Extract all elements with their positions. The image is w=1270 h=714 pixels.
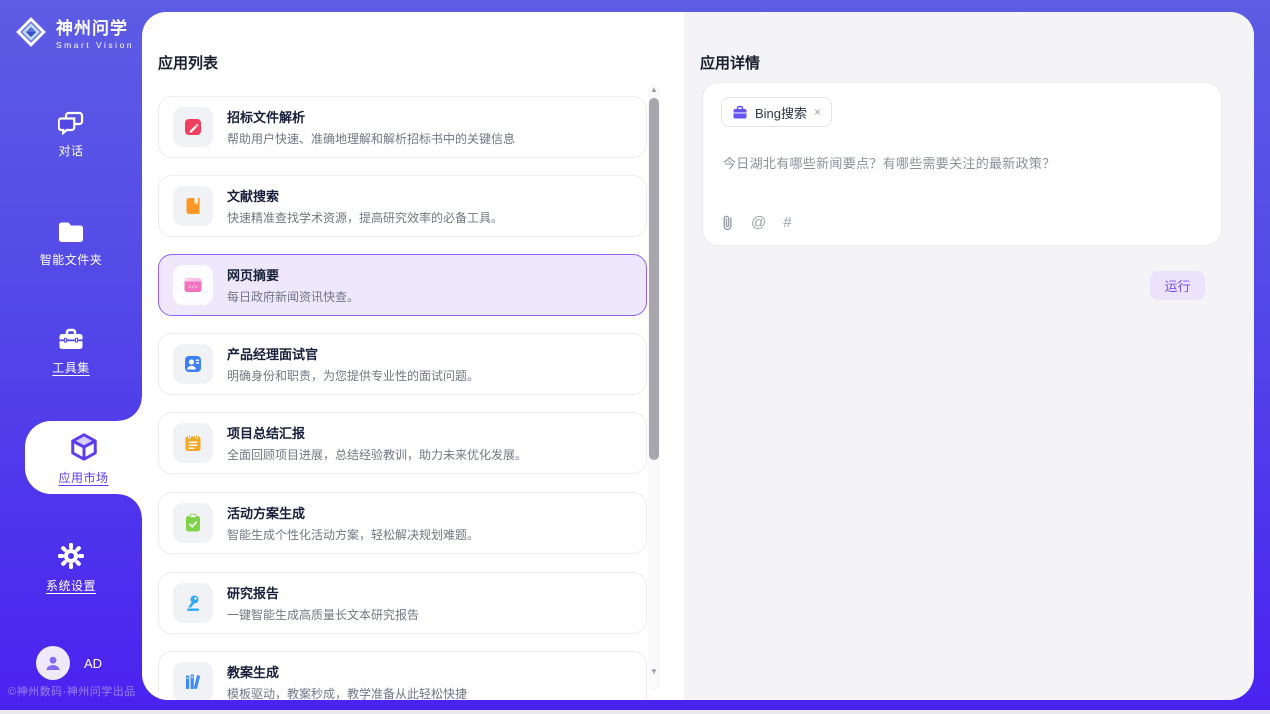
briefcase-icon	[57, 327, 85, 352]
app-card-desc: 帮助用户快速、准确地理解和解析招标书中的关键信息	[227, 130, 515, 147]
brand-name: 神州问学	[56, 14, 134, 39]
brand-logo-icon	[14, 15, 48, 49]
paperclip-icon[interactable]	[721, 214, 734, 231]
app-card-desc: 一键智能生成高质量长文本研究报告	[227, 606, 419, 623]
hashtag-icon[interactable]: #	[783, 214, 791, 231]
brand-text: 神州问学 Smart Vision	[56, 14, 134, 50]
app-card-tender-analysis[interactable]: 招标文件解析 帮助用户快速、准确地理解和解析招标书中的关键信息	[158, 96, 647, 158]
sidebar-item-label: 应用市场	[58, 469, 108, 486]
main-panel: 应用列表 招标文件解析 帮助用户快速、准确地理解和解析招标书中的关键信息	[142, 12, 1254, 700]
sidebar-item-app-market[interactable]: 应用市场	[25, 432, 142, 486]
user-account[interactable]: AD	[36, 646, 102, 680]
scroll-up-icon[interactable]: ▲	[648, 84, 660, 96]
app-card-desc: 每日政府新闻资讯快查。	[227, 288, 359, 305]
app-card-title: 研究报告	[227, 583, 419, 602]
sidebar-item-label: 系统设置	[46, 577, 96, 594]
scroll-down-icon[interactable]: ▼	[648, 666, 660, 678]
chat-icon	[58, 110, 85, 135]
brand: 神州问学 Smart Vision	[14, 14, 134, 50]
app-detail-title: 应用详情	[700, 52, 760, 73]
sidebar: 神州问学 Smart Vision 对话 智能文件夹	[0, 0, 142, 710]
app-card-title: 项目总结汇报	[227, 423, 527, 442]
app-card-desc: 智能生成个性化活动方案，轻松解决规划难题。	[227, 526, 479, 543]
interviewer-icon	[173, 344, 213, 384]
app-card-desc: 模板驱动，教案秒成，教学准备从此轻松快捷	[227, 685, 467, 700]
tender-doc-icon	[173, 107, 213, 147]
app-card-desc: 全面回顾项目进展，总结经验教训，助力未来优化发展。	[227, 446, 527, 463]
app-card-literature-search[interactable]: 文献搜索 快速精准查找学术资源，提高研究效率的必备工具。	[158, 175, 647, 237]
app-card-title: 活动方案生成	[227, 503, 479, 522]
brand-subtitle: Smart Vision	[56, 40, 134, 50]
sidebar-item-chat[interactable]: 对话	[0, 110, 142, 159]
app-card-title: 文献搜索	[227, 186, 503, 205]
prompt-card[interactable]: Bing搜索 × 今日湖北有哪些新闻要点？有哪些需要关注的最新政策？ @ #	[702, 82, 1222, 246]
app-card-research-report[interactable]: 研究报告 一键智能生成高质量长文本研究报告	[158, 572, 647, 634]
prompt-input[interactable]: 今日湖北有哪些新闻要点？有哪些需要关注的最新政策？	[723, 153, 1193, 172]
scrollbar-thumb[interactable]	[649, 98, 659, 460]
briefcase-tool-icon	[732, 105, 748, 120]
sidebar-item-label: 对话	[58, 142, 83, 159]
sidebar-item-label: 工具集	[52, 359, 90, 376]
app-card-event-plan[interactable]: 活动方案生成 智能生成个性化活动方案，轻松解决规划难题。	[158, 492, 647, 554]
microscope-icon	[173, 583, 213, 623]
app-card-title: 网页摘要	[227, 265, 359, 284]
sidebar-item-toolset[interactable]: 工具集	[0, 327, 142, 376]
app-detail-panel: 应用详情 Bing搜索 × 今日湖北有哪些新闻要点？有哪些需要关注的最新政策？	[684, 12, 1254, 700]
browser-code-icon: </>	[173, 265, 213, 305]
app-list-title: 应用列表	[158, 52, 218, 73]
mention-icon[interactable]: @	[751, 214, 766, 231]
app-card-desc: 明确身份和职责，为您提供专业性的面试问题。	[227, 367, 479, 384]
app-card-title: 产品经理面试官	[227, 344, 479, 363]
app-card-project-summary[interactable]: 项目总结汇报 全面回顾项目进展，总结经验教训，助力未来优化发展。	[158, 412, 647, 474]
attachment-toolbar: @ #	[721, 214, 792, 231]
app-card-lesson-plan[interactable]: 教案生成 模板驱动，教案秒成，教学准备从此轻松快捷	[158, 651, 647, 700]
sidebar-item-settings[interactable]: 系统设置	[0, 542, 142, 594]
book-icon	[173, 186, 213, 226]
svg-text:</>: </>	[188, 285, 198, 291]
report-note-icon	[173, 423, 213, 463]
app-frame: 神州问学 Smart Vision 对话 智能文件夹	[0, 0, 1270, 710]
copyright-text: ©神州数码·神州问学出品	[8, 683, 142, 699]
app-list-scrollbar[interactable]: ▲ ▼	[648, 84, 660, 690]
app-card-desc: 快速精准查找学术资源，提高研究效率的必备工具。	[227, 209, 503, 226]
app-card-title: 教案生成	[227, 662, 467, 681]
run-button[interactable]: 运行	[1150, 271, 1205, 300]
avatar	[36, 646, 70, 680]
tag-close-icon[interactable]: ×	[814, 105, 821, 119]
app-card-web-summary[interactable]: </> 网页摘要 每日政府新闻资讯快查。	[158, 254, 647, 316]
tool-tag-label: Bing搜索	[755, 103, 807, 122]
books-icon	[173, 662, 213, 700]
app-list: 招标文件解析 帮助用户快速、准确地理解和解析招标书中的关键信息 文献搜索 快速精…	[142, 84, 684, 700]
sidebar-item-smart-folder[interactable]: 智能文件夹	[0, 220, 142, 268]
clipboard-check-icon	[173, 503, 213, 543]
tool-tag-bing-search[interactable]: Bing搜索 ×	[721, 97, 832, 127]
app-card-pm-interviewer[interactable]: 产品经理面试官 明确身份和职责，为您提供专业性的面试问题。	[158, 333, 647, 395]
user-name: AD	[84, 656, 102, 671]
app-card-title: 招标文件解析	[227, 107, 515, 126]
folder-icon	[57, 220, 85, 244]
sidebar-item-label: 智能文件夹	[40, 251, 103, 268]
cube-icon	[69, 432, 99, 462]
gear-icon	[57, 542, 85, 570]
